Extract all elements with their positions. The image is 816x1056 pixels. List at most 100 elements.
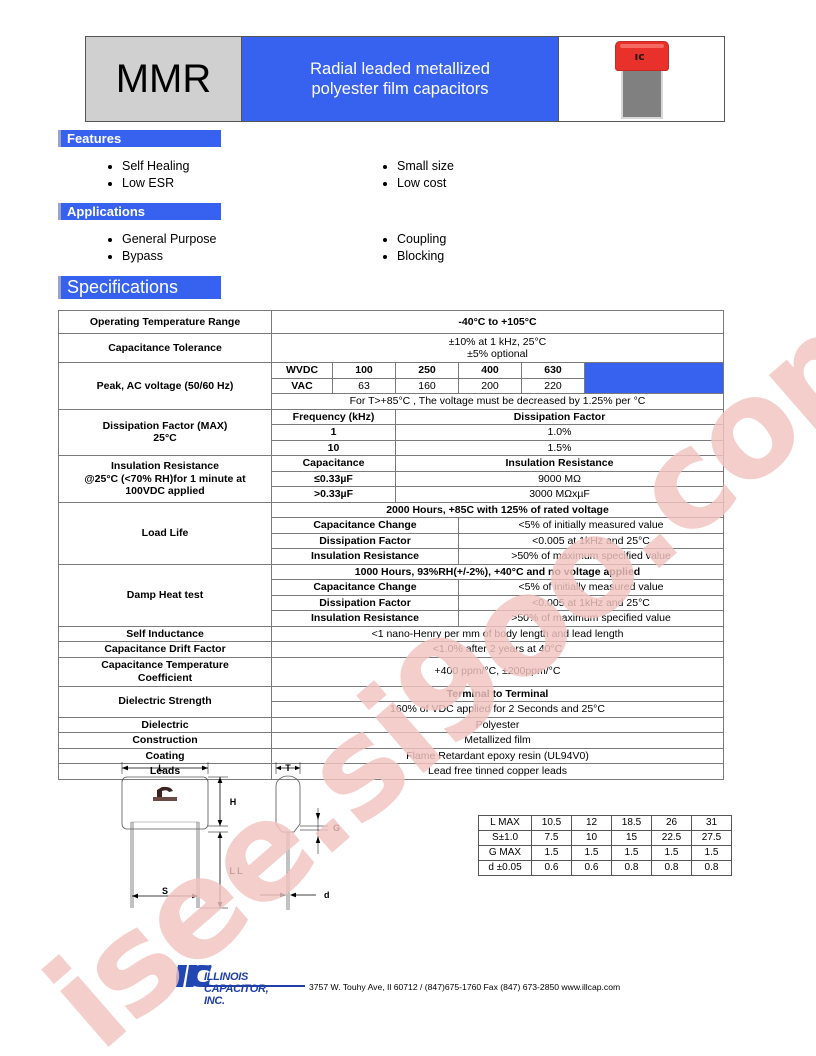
dielectric-strength-value: 160% of VDC applied for 2 Seconds and 25…	[271, 701, 724, 718]
damp-heat-param: Insulation Resistance	[271, 610, 459, 627]
mechanical-drawings: L H L L S T G d	[121, 762, 340, 910]
datasheet-page: MMR Radial leaded metallized polyester f…	[0, 0, 816, 1056]
spec-label: Capacitance Drift Factor	[58, 641, 272, 658]
list-item: Low cost	[397, 175, 635, 192]
df-col2-header: Dissipation Factor	[395, 408, 724, 425]
spec-label: Capacitance Temperature Coefficient	[58, 656, 272, 687]
spec-label: Dielectric Strength	[58, 685, 272, 718]
dim-cell: 15	[611, 830, 652, 846]
dim-cell: 10	[571, 830, 612, 846]
specifications-heading: Specifications	[58, 276, 221, 299]
product-header: MMR Radial leaded metallized polyester f…	[85, 36, 725, 122]
dim-row-name: S±1.0	[478, 830, 532, 846]
highlight-blue-cell	[584, 362, 724, 394]
company-address: 3757 W. Touhy Ave, Il 60712 / (847)675-1…	[309, 982, 621, 992]
table-row: Insulation Resistance @25°C (<70% RH)for…	[58, 455, 724, 503]
list-item: Coupling	[397, 231, 635, 248]
specifications-table: Operating Temperature Range -40°C to +10…	[58, 310, 724, 780]
dim-cell: 26	[651, 815, 692, 831]
vac-value: 63	[332, 377, 396, 394]
spec-value: +400 ppm/°C, ±200ppm/°C	[271, 656, 724, 687]
tolerance-line1: ±10% at 1 kHz, 25°C	[448, 335, 547, 348]
capacitor-body-shape	[620, 63, 663, 119]
spec-value: -40°C to +105°C	[271, 310, 724, 334]
spec-label: Operating Temperature Range	[58, 310, 272, 334]
ir-col2-header: Insulation Resistance	[395, 455, 724, 472]
dimensions-table: L MAX 10.5 12 18.5 26 31 S±1.0 7.5 10 15…	[478, 815, 732, 876]
table-row: G MAX 1.5 1.5 1.5 1.5 1.5	[478, 845, 732, 861]
damp-heat-value: <0.005 at 1kHz and 25°C	[458, 594, 724, 611]
ctc-label-line1: Capacitance Temperature	[101, 659, 229, 671]
table-row: L MAX 10.5 12 18.5 26 31	[478, 815, 732, 831]
damp-heat-condition: 1000 Hours, 93%RH(+/-2%), +40°C and no v…	[271, 563, 724, 580]
ir-label-line2: @25°C (<70% RH)for 1 minute at	[84, 472, 246, 485]
spec-label: Self Inductance	[58, 625, 272, 642]
wvdc-value: 100	[332, 362, 396, 379]
wvdc-header: WVDC	[271, 362, 333, 379]
label-G: G	[333, 823, 340, 833]
spec-label: Dielectric	[58, 716, 272, 733]
load-life-param: Insulation Resistance	[271, 548, 459, 565]
table-row: Self Inductance <1 nano-Henry per mm of …	[58, 625, 724, 642]
dim-cell: 1.5	[691, 845, 732, 861]
spec-label: Capacitance Tolerance	[58, 333, 272, 363]
wvdc-value: 250	[395, 362, 459, 379]
company-name: ILLINOIS CAPACITOR, INC.	[204, 971, 269, 1007]
spec-value: <1.0% after 2 years at 40°C	[271, 641, 724, 658]
load-life-value: >50% of maximum specified value	[458, 548, 724, 565]
label-LL: L L	[229, 866, 243, 876]
table-row: Peak, AC voltage (50/60 Hz) WVDC 100 250…	[58, 362, 724, 410]
spec-label: Damp Heat test	[58, 563, 272, 627]
dim-cell: 0.8	[611, 860, 652, 876]
table-row: S±1.0 7.5 10 15 22.5 27.5	[478, 830, 732, 846]
dim-cell: 31	[691, 815, 732, 831]
list-item: Small size	[397, 158, 635, 175]
vac-value: 200	[458, 377, 522, 394]
table-row: Construction Metallized film	[58, 732, 724, 749]
damp-heat-value: <5% of initially measured value	[458, 579, 724, 596]
table-row: Dielectric Polyester	[58, 716, 724, 733]
spec-value: ±10% at 1 kHz, 25°C ±5% optional	[271, 333, 724, 363]
dim-row-name: G MAX	[478, 845, 532, 861]
dim-row-name: d ±0.05	[478, 860, 532, 876]
table-row: Operating Temperature Range -40°C to +10…	[58, 310, 724, 334]
df-label-line2: 25°C	[153, 432, 177, 445]
load-life-param: Capacitance Change	[271, 517, 459, 534]
table-row: Load Life 2000 Hours, +85C with 125% of …	[58, 501, 724, 565]
dim-cell: 0.6	[571, 860, 612, 876]
label-H: H	[230, 797, 237, 807]
ir-col1-header: Capacitance	[271, 455, 396, 472]
ir-label-line3: 100VDC applied	[125, 485, 205, 497]
dim-cell: 18.5	[611, 815, 652, 831]
dim-cell: 22.5	[651, 830, 692, 846]
logo-underline	[203, 985, 305, 987]
df-frequency: 1	[271, 424, 396, 441]
spec-value: Polyester	[271, 716, 724, 733]
table-row: d ±0.05 0.6 0.6 0.8 0.8 0.8	[478, 860, 732, 876]
load-life-param: Dissipation Factor	[271, 532, 459, 549]
spec-label: Dissipation Factor (MAX) 25°C	[58, 408, 272, 456]
wvdc-value: 630	[521, 362, 585, 379]
dim-cell: 1.5	[571, 845, 612, 861]
ic-logo-icon: ıc	[634, 50, 645, 63]
dim-cell: 12	[571, 815, 612, 831]
spec-value: Metallized film	[271, 732, 724, 749]
series-code: MMR	[86, 37, 242, 121]
df-value: 1.5%	[395, 439, 724, 456]
ir-value: 3000 MΩxµF	[395, 486, 724, 503]
damp-heat-value: >50% of maximum specified value	[458, 610, 724, 627]
ir-label-line1: Insulation Resistance	[111, 460, 219, 472]
capacitor-photo: ıc	[614, 41, 669, 119]
label-S: S	[162, 886, 168, 896]
table-row: Damp Heat test 1000 Hours, 93%RH(+/-2%),…	[58, 563, 724, 627]
wvdc-value: 400	[458, 362, 522, 379]
spec-label: Peak, AC voltage (50/60 Hz)	[58, 362, 272, 410]
ir-capacitance: ≤0.33µF	[271, 470, 396, 487]
df-frequency: 10	[271, 439, 396, 456]
spec-label: Insulation Resistance @25°C (<70% RH)for…	[58, 455, 272, 503]
dim-cell: 1.5	[651, 845, 692, 861]
applications-list-right: Coupling Blocking	[375, 231, 635, 265]
applications-list-left: General Purpose Bypass	[100, 231, 360, 265]
dim-cell: 1.5	[611, 845, 652, 861]
peak-voltage-note: For T>+85°C , The voltage must be decrea…	[271, 393, 724, 410]
